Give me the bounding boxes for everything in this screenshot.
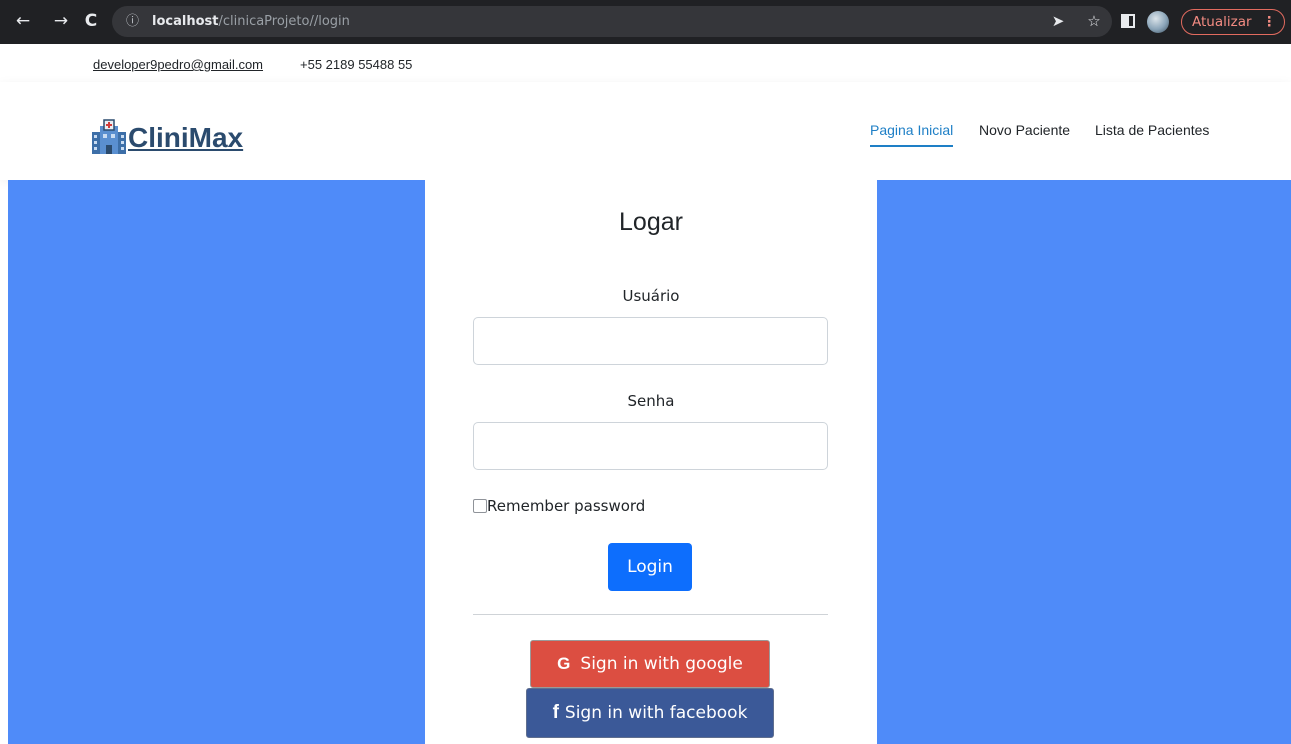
url-host: localhost: [152, 14, 219, 29]
address-bar[interactable]: ⓘ localhost/clinicaProjeto//login: [112, 6, 1112, 37]
username-input[interactable]: [473, 317, 828, 365]
remember-row: Remember password: [473, 497, 645, 515]
google-icon: G: [557, 654, 571, 673]
nav-pagina-inicial[interactable]: Pagina Inicial: [870, 122, 954, 147]
login-card: Logar Usuário Senha Remember password Lo…: [425, 180, 877, 744]
nav-novo-paciente[interactable]: Novo Paciente: [979, 122, 1070, 138]
divider: [473, 614, 828, 615]
send-icon[interactable]: ➤: [1048, 11, 1068, 31]
login-title: Logar: [619, 208, 683, 236]
logo[interactable]: CliniMax: [90, 114, 243, 154]
password-input[interactable]: [473, 422, 828, 470]
hospital-icon: [92, 119, 126, 154]
info-icon[interactable]: ⓘ: [126, 6, 142, 37]
facebook-signin-label: Sign in with facebook: [564, 703, 748, 723]
update-button[interactable]: Atualizar ⋮: [1181, 9, 1285, 35]
facebook-signin-button[interactable]: f Sign in with facebook: [526, 688, 774, 738]
url-path: /clinicaProjeto//login: [218, 14, 350, 29]
menu-icon[interactable]: ⋮: [1263, 10, 1277, 34]
google-signin-button[interactable]: G Sign in with google: [530, 640, 770, 688]
update-label: Atualizar: [1192, 14, 1252, 30]
site-header: CliniMax Pagina Inicial Novo Paciente Li…: [0, 82, 1291, 180]
browser-toolbar: ← → C ⓘ localhost/clinicaProjeto//login …: [0, 0, 1291, 44]
email-link[interactable]: developer9pedro@gmail.com: [93, 57, 263, 72]
sidepanel-icon[interactable]: [1118, 11, 1138, 33]
login-button[interactable]: Login: [608, 543, 692, 591]
username-label: Usuário: [622, 287, 680, 305]
reload-icon[interactable]: C: [80, 10, 102, 32]
google-signin-label: Sign in with google: [580, 654, 743, 674]
profile-avatar[interactable]: [1147, 11, 1169, 33]
remember-label: Remember password: [487, 497, 646, 515]
remember-checkbox[interactable]: [473, 499, 487, 513]
facebook-icon: f: [552, 702, 559, 723]
logo-text: CliniMax: [128, 122, 244, 153]
contact-bar: developer9pedro@gmail.com +55 2189 55488…: [0, 44, 1291, 82]
back-icon[interactable]: ←: [12, 10, 34, 32]
forward-icon[interactable]: →: [50, 10, 72, 32]
phone-number: +55 2189 55488 55: [300, 57, 413, 72]
star-icon[interactable]: ☆: [1084, 11, 1104, 31]
password-label: Senha: [627, 392, 675, 410]
nav-lista-de-pacientes[interactable]: Lista de Pacientes: [1095, 122, 1209, 138]
